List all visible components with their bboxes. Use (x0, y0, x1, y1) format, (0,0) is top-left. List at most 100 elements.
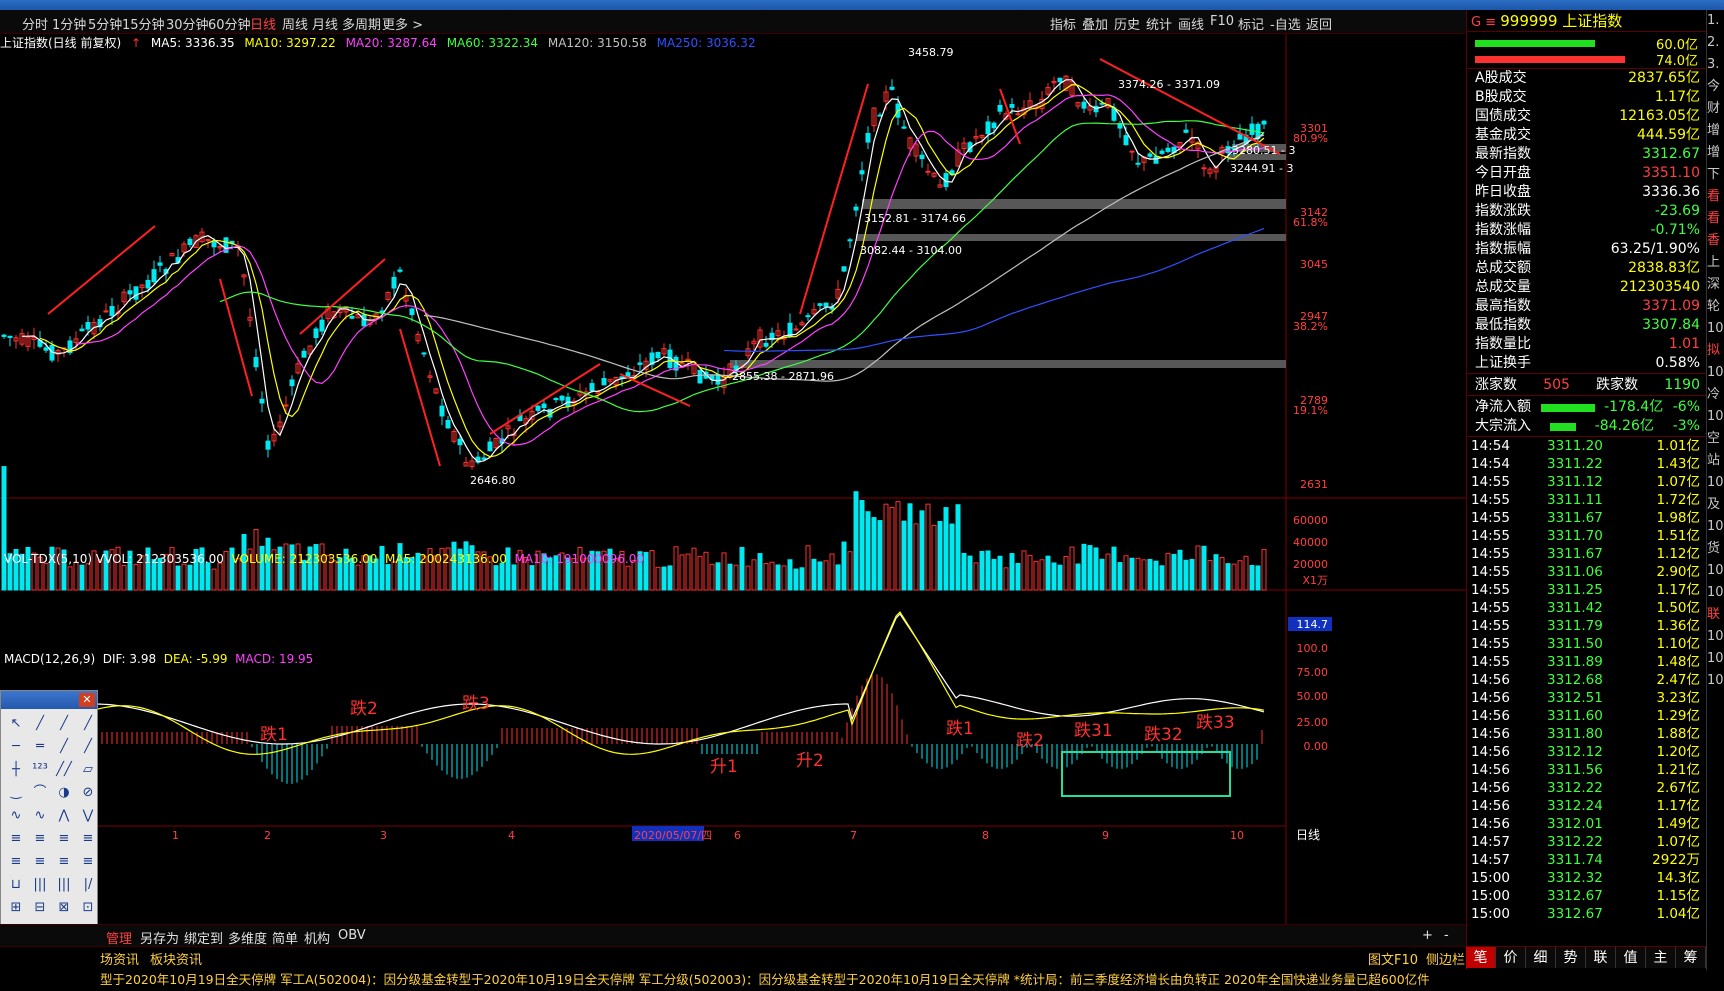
period-8[interactable]: 月线 (312, 14, 338, 33)
period-7[interactable]: 周线 (282, 14, 308, 33)
box1-tool-icon[interactable]: ⊞ (5, 897, 27, 918)
sidebar-button[interactable]: 侧边栏 (1426, 949, 1465, 968)
toolbar-right-2[interactable]: 历史 (1114, 14, 1140, 33)
bottom-tab-saveas[interactable]: 另存为 (140, 928, 179, 947)
level-tool-icon[interactable]: ≡ (5, 851, 27, 872)
toolbar-right-1[interactable]: 叠加 (1082, 14, 1108, 33)
close-icon[interactable]: ✕ (79, 693, 95, 707)
side-news-item[interactable]: 1. (1707, 10, 1724, 32)
side-news-item[interactable]: 轮 (1707, 296, 1724, 318)
news-tab-market[interactable]: 场资讯 (100, 949, 139, 968)
level4-tool-icon[interactable]: ≡ (77, 851, 99, 872)
toolbar-right-7[interactable]: -自选 (1270, 14, 1301, 33)
drawing-toolbox-header[interactable]: ✕ (1, 691, 97, 709)
toolbar-right-4[interactable]: 画线 (1178, 14, 1204, 33)
line-tool-icon[interactable]: ╱ (77, 713, 99, 734)
box3-tool-icon[interactable]: ⊠ (53, 897, 75, 918)
side-news-item[interactable]: 下 (1707, 164, 1724, 186)
box4-tool-icon[interactable]: ⊡ (77, 897, 99, 918)
gann-tool-icon[interactable]: ∿ (5, 805, 27, 826)
side-news-item[interactable]: 货 (1707, 538, 1724, 560)
panel-tab-1[interactable]: 价 (1496, 947, 1526, 968)
level2-tool-icon[interactable]: ≡ (29, 851, 51, 872)
arc-tool-icon[interactable]: ‿ (5, 782, 27, 803)
parallelogram-tool-icon[interactable]: ▱ (77, 759, 99, 780)
channel-tool-icon[interactable]: ═ (29, 736, 51, 757)
side-news-item[interactable]: 10 (1707, 362, 1724, 384)
side-news-item[interactable]: 财 (1707, 98, 1724, 120)
tick-list[interactable]: 14:54 3311.20 1.01亿 14:54 3311.22 1.43亿 14:55 3… (1467, 436, 1706, 923)
side-news-item[interactable]: 空 (1707, 428, 1724, 450)
timezone2-tool-icon[interactable]: ||| (53, 874, 75, 895)
cycle-tool-icon[interactable]: ⊔ (5, 874, 27, 895)
period-6[interactable]: 日线 (250, 14, 276, 33)
side-news-item[interactable]: 10 (1707, 406, 1724, 428)
period-5[interactable]: 60分钟 (208, 14, 251, 33)
level3-tool-icon[interactable]: ≡ (53, 851, 75, 872)
side-news-item[interactable]: 2. (1707, 32, 1724, 54)
trend-tool-icon[interactable]: ╱ (77, 736, 99, 757)
panel-tab-7[interactable]: 筹 (1676, 947, 1706, 968)
curve-tool-icon[interactable]: ⌒ (29, 782, 51, 803)
side-news-item[interactable]: 冷 (1707, 384, 1724, 406)
zoom-in-icon[interactable]: + (1422, 928, 1433, 943)
angle-tool-icon[interactable]: |/ (77, 874, 99, 895)
panel-tab-0[interactable]: 笔 (1466, 947, 1496, 968)
segment-tool-icon[interactable]: ╱ (29, 713, 51, 734)
cross-tool-icon[interactable]: ┼ (5, 759, 27, 780)
side-news-item[interactable]: 深 (1707, 274, 1724, 296)
news-tab-sector[interactable]: 板块资讯 (150, 949, 202, 968)
toolbar-right-0[interactable]: 指标 (1050, 14, 1076, 33)
fan-tool-icon[interactable]: ╱╱ (53, 759, 75, 780)
hline-tool-icon[interactable]: ─ (5, 736, 27, 757)
bottom-tab-inst[interactable]: 机构 (304, 928, 330, 947)
side-news-item[interactable]: 10 (1707, 670, 1724, 692)
ray-tool-icon[interactable]: ╱ (53, 713, 75, 734)
box2-tool-icon[interactable]: ⊟ (29, 897, 51, 918)
side-news-item[interactable]: 看 (1707, 208, 1724, 230)
panel-tab-2[interactable]: 细 (1526, 947, 1556, 968)
period-10[interactable]: 更多 > (382, 14, 423, 33)
panel-tab-4[interactable]: 联 (1586, 947, 1616, 968)
period-1[interactable]: 1分钟 (52, 14, 86, 33)
bottom-tab-simple[interactable]: 简单 (272, 928, 298, 947)
fib3-tool-icon[interactable]: ≡ (53, 828, 75, 849)
toolbar-right-5[interactable]: F10 (1210, 14, 1234, 29)
f10-button[interactable]: 图文F10 (1368, 949, 1418, 968)
bottom-tab-multidim[interactable]: 多维度 (228, 928, 267, 947)
chart-area[interactable]: 3301 80.9% 3142 61.8% 3045 2947 38.2% 2789 19.1%… (0, 34, 1466, 924)
timezone-tool-icon[interactable]: ||| (29, 874, 51, 895)
trough-tool-icon[interactable]: ⋁ (77, 805, 99, 826)
fib4-tool-icon[interactable]: ≡ (77, 828, 99, 849)
panel-tab-5[interactable]: 值 (1616, 947, 1646, 968)
side-news-item[interactable]: 及 (1707, 494, 1724, 516)
peak-tool-icon[interactable]: ⋀ (53, 805, 75, 826)
ellipse-tool-icon[interactable]: ⊘ (77, 782, 99, 803)
side-news-item[interactable]: 10 (1707, 560, 1724, 582)
gann2-tool-icon[interactable]: ∿ (29, 805, 51, 826)
side-news-item[interactable]: 增 (1707, 142, 1724, 164)
side-news-item[interactable]: 10 (1707, 318, 1724, 340)
bottom-tab-manage[interactable]: 管理 (106, 928, 132, 947)
side-news-item[interactable]: 上 (1707, 252, 1724, 274)
side-news-item[interactable]: 看 (1707, 186, 1724, 208)
side-news-item[interactable]: 10 (1707, 626, 1724, 648)
toolbar-right-6[interactable]: 标记 (1238, 14, 1264, 33)
side-news-item[interactable]: 今 (1707, 76, 1724, 98)
side-news-item[interactable]: 10 (1707, 472, 1724, 494)
period-2[interactable]: 5分钟 (88, 14, 122, 33)
period-4[interactable]: 30分钟 (166, 14, 209, 33)
zoom-out-icon[interactable]: - (1444, 928, 1449, 943)
parallel-tool-icon[interactable]: ╱ (53, 736, 75, 757)
fib2-tool-icon[interactable]: ≡ (29, 828, 51, 849)
pointer-tool-icon[interactable]: ↖ (5, 713, 27, 734)
news-ticker[interactable]: 型于2020年10月19日全天停牌 军工A(502004)：因分级基金转型于20… (100, 969, 1430, 988)
side-news-item[interactable]: 10 (1707, 582, 1724, 604)
side-news-item[interactable]: 拟 (1707, 340, 1724, 362)
bottom-tab-bind[interactable]: 绑定到 (184, 928, 223, 947)
period-3[interactable]: 15分钟 (122, 14, 165, 33)
toolbar-right-3[interactable]: 统计 (1146, 14, 1172, 33)
side-news-item[interactable]: 增 (1707, 120, 1724, 142)
period-0[interactable]: 分时 (22, 14, 48, 33)
circle-tool-icon[interactable]: ◑ (53, 782, 75, 803)
